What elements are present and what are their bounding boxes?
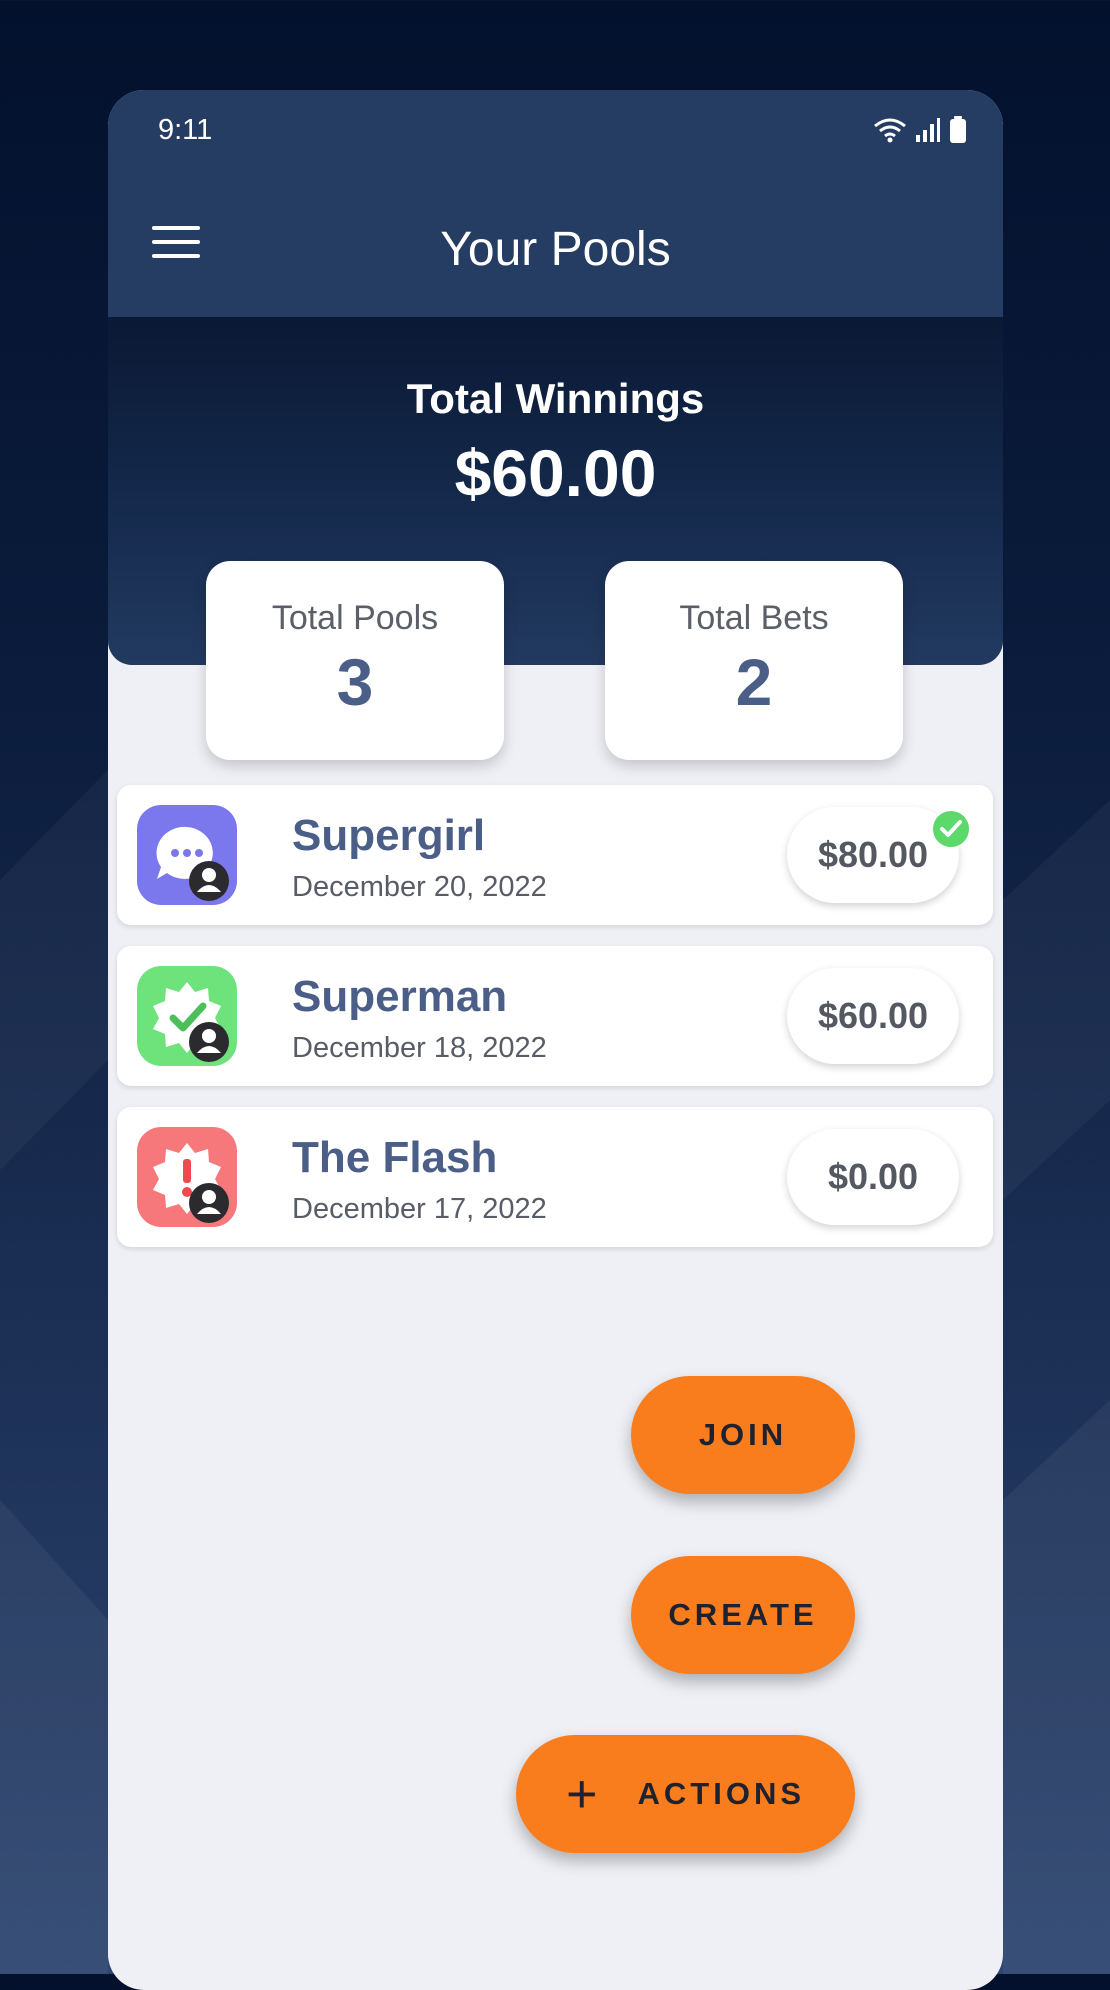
pool-item-supergirl[interactable]: Supergirl December 20, 2022 $80.00	[117, 785, 993, 925]
actions-label: ACTIONS	[637, 1776, 806, 1811]
pool-amount: $0.00	[787, 1129, 959, 1225]
verified-badge-icon	[137, 966, 237, 1066]
battery-icon	[950, 116, 966, 143]
page-title: Your Pools	[440, 223, 671, 276]
wifi-icon	[874, 118, 906, 143]
actions-button[interactable]: + ACTIONS	[516, 1735, 855, 1853]
total-bets-value: 2	[735, 645, 773, 719]
pool-name: Supergirl	[292, 811, 486, 860]
app-bar: 9:11 Your Pools	[108, 90, 1003, 317]
pool-name: The Flash	[292, 1133, 498, 1182]
total-pools-label: Total Pools	[271, 599, 439, 637]
total-pools-value: 3	[336, 645, 374, 719]
pool-amount: $60.00	[787, 968, 959, 1064]
status-icons	[873, 116, 967, 144]
create-button[interactable]: CREATE	[631, 1556, 855, 1674]
total-pools-card: Total Pools 3	[206, 561, 504, 760]
pool-item-superman[interactable]: Superman December 18, 2022 $60.00	[117, 946, 993, 1086]
chat-bubble-icon	[137, 805, 237, 905]
total-winnings-value: $60.00	[454, 436, 657, 510]
pool-date: December 18, 2022	[292, 1032, 547, 1064]
total-winnings-label: Total Winnings	[406, 375, 705, 422]
check-icon	[931, 809, 971, 849]
pool-name: Superman	[292, 972, 508, 1021]
signal-icon	[916, 118, 940, 142]
pool-item-the-flash[interactable]: The Flash December 17, 2022 $0.00	[117, 1107, 993, 1247]
status-time: 9:11	[158, 114, 213, 146]
alert-badge-icon	[137, 1127, 237, 1227]
pool-date: December 20, 2022	[292, 871, 547, 903]
total-bets-label: Total Bets	[679, 599, 829, 637]
total-bets-card: Total Bets 2	[605, 561, 903, 760]
plus-icon: +	[565, 1764, 598, 1824]
phone-screen: 9:11 Your Pools Total Winnings $60.00 To…	[108, 90, 1003, 1990]
pool-date: December 17, 2022	[292, 1193, 547, 1225]
join-button[interactable]: JOIN	[631, 1376, 855, 1494]
